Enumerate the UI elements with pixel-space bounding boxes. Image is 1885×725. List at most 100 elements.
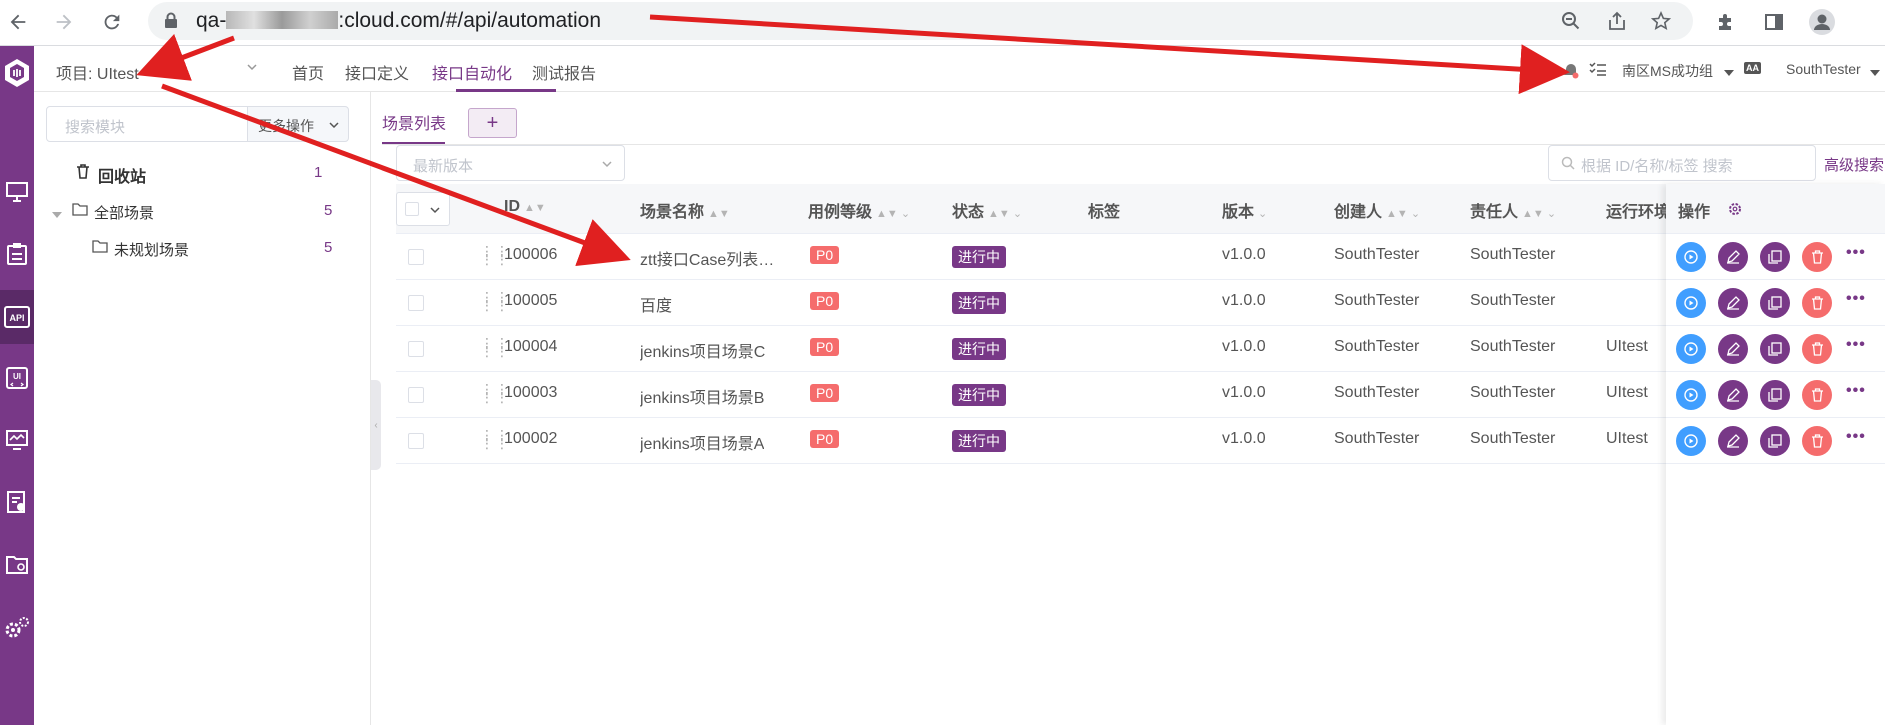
column-header-id[interactable]: ID ▲▼ [504, 198, 546, 216]
workstation-icon[interactable] [0, 172, 34, 212]
bookmark-star-icon[interactable] [1648, 8, 1674, 34]
menu-test-report[interactable]: 测试报告 [532, 60, 596, 84]
delete-button[interactable] [1802, 242, 1832, 272]
menu-api-definition[interactable]: 接口定义 [345, 60, 409, 84]
project-chevron-down-icon[interactable] [246, 60, 258, 78]
edit-button[interactable] [1718, 334, 1748, 364]
user-menu[interactable]: SouthTester [1786, 61, 1861, 77]
metersphere-logo-icon[interactable] [0, 50, 34, 96]
row-checkbox[interactable] [408, 433, 424, 449]
select-all-checkbox[interactable] [405, 202, 419, 216]
menu-api-automation[interactable]: 接口自动化 [432, 60, 512, 84]
delete-button[interactable] [1802, 380, 1832, 410]
more-operations-dropdown[interactable]: 更多操作 [247, 106, 349, 142]
column-header-name[interactable]: 场景名称 ▲▼ [640, 198, 730, 222]
more-actions-button[interactable]: ••• [1846, 428, 1866, 446]
run-button[interactable] [1676, 288, 1706, 318]
table-row[interactable]: ⋮⋮ ⋮⋮ 100005 百度 P0 进行中 v1.0.0 SouthTester… [396, 280, 1885, 326]
row-operations: ••• [1666, 234, 1885, 280]
row-checkbox[interactable] [408, 341, 424, 357]
table-row[interactable]: ⋮⋮ ⋮⋮ 100003 jenkins项目场景B P0 进行中 v1.0.0 S… [396, 372, 1885, 418]
cell-scenario-name[interactable]: ztt接口Case列表… [640, 246, 774, 270]
cell-scenario-name[interactable]: jenkins项目场景A [640, 430, 764, 454]
track-icon[interactable] [0, 234, 34, 274]
panel-collapse-handle[interactable]: ‹ [371, 380, 381, 470]
tree-expand-caret-icon[interactable] [52, 206, 62, 224]
copy-button[interactable] [1760, 242, 1790, 272]
edit-button[interactable] [1718, 426, 1748, 456]
copy-button[interactable] [1760, 334, 1790, 364]
cell-environment: UItest [1606, 384, 1648, 401]
cell-scenario-name[interactable]: jenkins项目场景C [640, 338, 765, 362]
more-actions-button[interactable]: ••• [1846, 290, 1866, 308]
profile-avatar-icon[interactable] [1806, 6, 1838, 38]
copy-button[interactable] [1760, 426, 1790, 456]
back-icon[interactable] [2, 6, 34, 38]
column-settings-gear-icon[interactable] [1727, 201, 1743, 222]
cell-scenario-name[interactable]: 百度 [640, 292, 672, 316]
column-header-owner[interactable]: 责任人 ▲▼ ⌄ [1470, 198, 1556, 222]
select-all-dropdown[interactable] [396, 192, 450, 226]
recycle-bin-label[interactable]: 回收站 [98, 163, 146, 187]
project-selector[interactable]: 项目: UItest [56, 60, 139, 84]
run-button[interactable] [1676, 426, 1706, 456]
workspace-caret-icon[interactable] [1724, 64, 1734, 82]
workspace-selector[interactable]: 南区MS成功组 [1622, 61, 1713, 81]
run-button[interactable] [1676, 380, 1706, 410]
more-actions-button[interactable]: ••• [1846, 244, 1866, 262]
scenario-search-input[interactable]: 根据 ID/名称/标签 搜索 [1548, 145, 1816, 181]
url-text: qa-:cloud.com/#/api/automation [196, 9, 602, 32]
module-search-input[interactable]: 搜索模块 [46, 106, 248, 142]
delete-button[interactable] [1802, 426, 1832, 456]
row-checkbox[interactable] [408, 295, 424, 311]
edit-button[interactable] [1718, 380, 1748, 410]
tree-node-unplanned[interactable]: 未规划场景 [114, 239, 189, 260]
add-tab-button[interactable]: + [468, 108, 517, 138]
copy-button[interactable] [1760, 380, 1790, 410]
table-row[interactable]: ⋮⋮ ⋮⋮ 100002 jenkins项目场景A P0 进行中 v1.0.0 S… [396, 418, 1885, 464]
table-row[interactable]: ⋮⋮ ⋮⋮ 100004 jenkins项目场景C P0 进行中 v1.0.0 S… [396, 326, 1885, 372]
delete-button[interactable] [1802, 334, 1832, 364]
cell-scenario-name[interactable]: jenkins项目场景B [640, 384, 764, 408]
column-header-status[interactable]: 状态 ▲▼ ⌄ [952, 198, 1022, 222]
share-icon[interactable] [1604, 8, 1630, 34]
system-settings-icon[interactable] [0, 608, 34, 648]
side-panel-icon[interactable] [1758, 6, 1790, 38]
advanced-search-link[interactable]: 高级搜索 [1824, 154, 1884, 175]
delete-button[interactable] [1802, 288, 1832, 318]
task-list-icon[interactable] [1589, 61, 1607, 82]
edit-button[interactable] [1718, 288, 1748, 318]
copy-button[interactable] [1760, 288, 1790, 318]
report-icon[interactable] [0, 482, 34, 522]
ui-test-icon[interactable]: UI [0, 358, 34, 398]
tab-scenario-list[interactable]: 场景列表 [382, 110, 446, 134]
reload-icon[interactable] [96, 6, 128, 38]
run-button[interactable] [1676, 242, 1706, 272]
user-caret-icon[interactable] [1870, 64, 1880, 82]
cell-version: v1.0.0 [1222, 384, 1266, 401]
zoom-icon[interactable] [1558, 8, 1584, 34]
menu-home[interactable]: 首页 [292, 60, 324, 84]
column-header-creator[interactable]: 创建人 ▲▼ ⌄ [1334, 198, 1420, 222]
extensions-icon[interactable] [1710, 6, 1742, 38]
run-button[interactable] [1676, 334, 1706, 364]
more-actions-button[interactable]: ••• [1846, 336, 1866, 354]
forward-icon[interactable] [48, 6, 80, 38]
more-actions-button[interactable]: ••• [1846, 382, 1866, 400]
column-header-level[interactable]: 用例等级 ▲▼ ⌄ [808, 198, 910, 222]
api-module-icon[interactable]: API [0, 290, 34, 344]
column-header-version[interactable]: 版本 ⌄ [1222, 198, 1267, 222]
cell-version: v1.0.0 [1222, 338, 1266, 355]
edit-button[interactable] [1718, 242, 1748, 272]
performance-test-icon[interactable] [0, 420, 34, 460]
level-badge: P0 [810, 292, 840, 310]
project-settings-icon[interactable] [0, 544, 34, 584]
row-checkbox[interactable] [408, 249, 424, 265]
version-select[interactable]: 最新版本 [396, 145, 625, 181]
tree-node-all-scenarios[interactable]: 全部场景 [94, 202, 154, 223]
table-row[interactable]: ⋮⋮ ⋮⋮ 100006 ztt接口Case列表… P0 进行中 v1.0.0 S… [396, 234, 1885, 280]
notification-bell-icon[interactable] [1562, 62, 1580, 85]
address-bar[interactable]: qa-:cloud.com/#/api/automation [148, 2, 1693, 40]
row-checkbox[interactable] [408, 387, 424, 403]
language-switch-icon[interactable]: AA [1744, 62, 1761, 74]
